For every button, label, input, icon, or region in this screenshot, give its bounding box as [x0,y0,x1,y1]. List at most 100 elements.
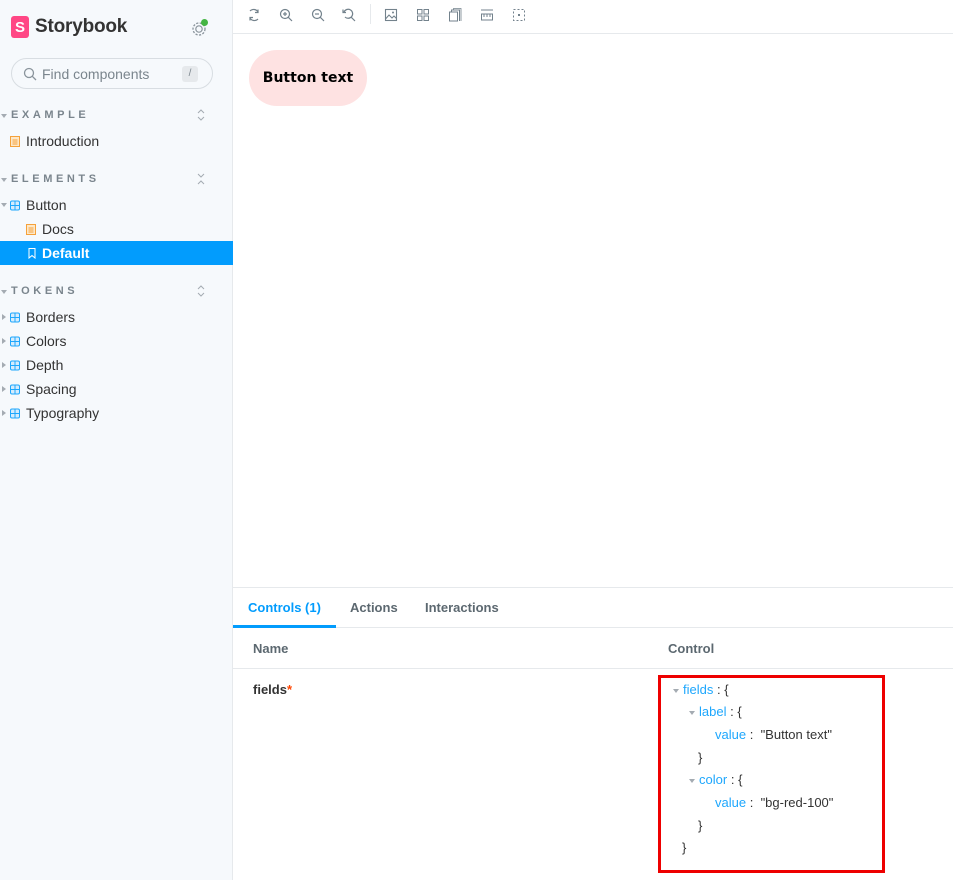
section-title: TOKENS [11,285,79,297]
caret-down-icon[interactable] [673,688,679,693]
remount-icon [249,8,259,22]
addons-tabs: Controls (1) Actions Interactions [233,588,953,628]
measure-button[interactable] [478,6,496,24]
caret-down-icon[interactable] [689,710,695,715]
document-icon [10,136,20,147]
json-brace: { [738,772,743,787]
expand-all-icon[interactable] [196,284,206,298]
remount-button[interactable] [245,6,263,24]
sidebar-item-label: Introduction [26,133,100,149]
controls-table-header: Name Control [233,628,953,669]
zoom-in-icon [279,8,293,22]
sidebar-item-label: Spacing [26,381,77,397]
json-node-label-value[interactable]: value : "Button text" [715,726,832,744]
story-button[interactable]: Button text [249,50,367,106]
json-sep: : [749,795,754,810]
component-icon [10,408,20,419]
outline-button[interactable] [510,6,528,24]
sidebar-item-label: Docs [42,221,74,237]
component-icon [10,384,20,395]
json-sep: : [730,772,735,787]
caret-down-icon [1,114,7,118]
section-title: ELEMENTS [11,173,100,185]
search-icon [23,67,37,80]
brand-name: Storybook [35,16,128,37]
json-node-fields[interactable]: fields : { [673,681,729,699]
background-icon [384,8,398,22]
bookmark-icon [28,248,36,259]
sidebar-item-borders[interactable]: Borders [0,305,233,329]
json-key: value [715,795,747,810]
zoom-out-button[interactable] [309,6,327,24]
json-node-color-value[interactable]: value : "bg-red-100" [715,794,833,812]
required-mark: * [286,682,293,697]
sidebar-item-typography[interactable]: Typography [0,401,233,425]
reset-zoom-icon [342,8,356,22]
status-indicator [201,19,208,26]
json-sep: : [716,682,721,697]
main-area: Button text Controls (1) Actions Interac… [233,0,953,880]
json-node-label[interactable]: label : { [689,703,742,721]
caret-down-icon[interactable] [689,778,695,783]
brand[interactable]: S Storybook [11,16,127,38]
sidebar-item-label: Depth [26,357,64,373]
collapse-all-icon[interactable] [196,172,206,186]
json-key: color [699,772,728,787]
background-button[interactable] [382,6,400,24]
tab-actions[interactable]: Actions [335,588,413,628]
sidebar-item-depth[interactable]: Depth [0,353,233,377]
sidebar-item-label: Typography [26,405,100,421]
column-control: Control [668,641,715,656]
json-value[interactable]: "bg-red-100" [761,795,834,810]
measure-icon [481,9,493,21]
component-icon [10,200,20,211]
caret-down-icon [1,203,7,207]
viewport-icon [449,8,462,22]
section-example[interactable]: EXAMPLE [0,106,233,126]
sidebar: S Storybook / EXAMPLE [0,0,233,880]
zoom-in-button[interactable] [277,6,295,24]
json-close-brace: } [682,840,687,855]
prop-name: fields* [253,682,292,697]
sidebar-item-label: Button [26,197,67,213]
json-node-color[interactable]: color : { [689,771,742,789]
sidebar-item-colors[interactable]: Colors [0,329,233,353]
section-tokens[interactable]: TOKENS [0,282,233,302]
caret-right-icon [2,386,6,392]
expand-all-icon[interactable] [196,108,206,122]
grid-button[interactable] [414,6,432,24]
section-title: EXAMPLE [11,109,90,121]
json-brace: { [724,682,729,697]
sidebar-item-label: Borders [26,309,76,325]
json-key: fields [683,682,714,697]
component-icon [10,312,20,323]
sidebar-item-introduction[interactable]: Introduction [0,129,233,153]
caret-right-icon [2,410,6,416]
sidebar-item-label: Default [42,245,90,261]
json-close-brace: } [698,818,703,833]
section-elements[interactable]: ELEMENTS [0,170,233,190]
tab-interactions[interactable]: Interactions [410,588,514,628]
sidebar-item-docs[interactable]: Docs [0,217,233,241]
storybook-logo: S [11,16,29,38]
sidebar-item-spacing[interactable]: Spacing [0,377,233,401]
reset-zoom-button[interactable] [340,6,358,24]
json-key: value [715,727,747,742]
caret-down-icon [1,178,7,182]
sidebar-item-default[interactable]: Default [0,241,233,265]
caret-down-icon [1,290,7,294]
search-box[interactable]: / [11,58,213,89]
search-input[interactable] [42,65,177,82]
sidebar-item-button[interactable]: Button [0,193,233,217]
caret-right-icon [2,314,6,320]
json-brace: { [737,704,742,719]
sidebar-item-label: Colors [26,333,67,349]
tab-controls[interactable]: Controls (1) [233,588,336,628]
json-value[interactable]: "Button text" [761,727,832,742]
json-sep: : [730,704,734,719]
viewport-button[interactable] [446,6,464,24]
caret-right-icon [2,338,6,344]
addons-panel: Controls (1) Actions Interactions Name C… [233,587,953,880]
outline-icon [513,9,525,21]
prop-name-text: fields [253,682,287,697]
